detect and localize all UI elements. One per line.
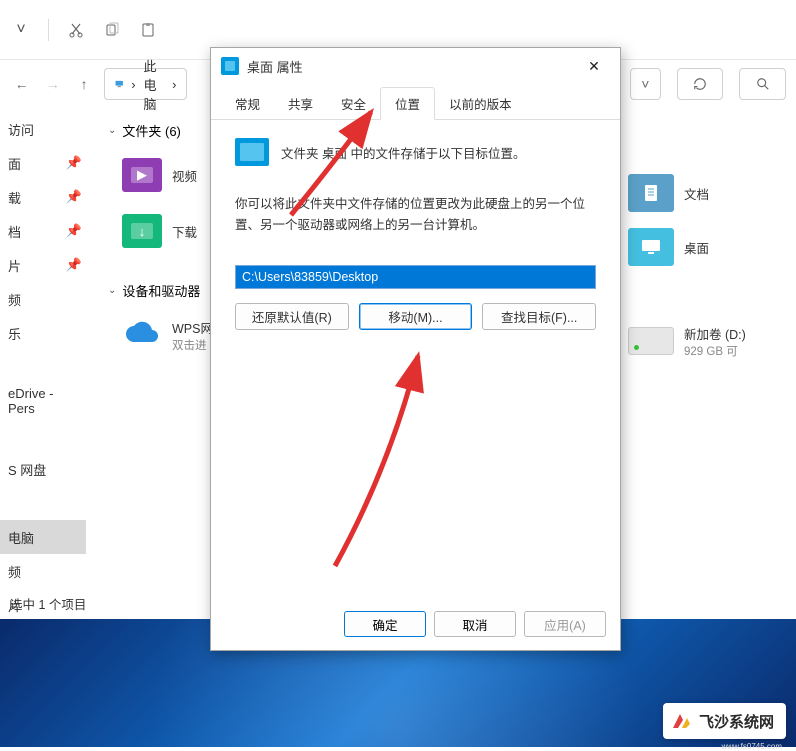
separator [48, 19, 49, 41]
label: 桌面 [684, 238, 709, 257]
paste-icon[interactable] [139, 21, 157, 39]
sidebar-item [0, 486, 86, 520]
dialog-footer: 确定 取消 应用(A) [211, 598, 620, 650]
videos-folder-icon: ▶ [122, 158, 162, 192]
forward-button[interactable]: → [41, 72, 64, 96]
apply-button[interactable]: 应用(A) [524, 611, 606, 637]
folder-label: 下载 [172, 222, 197, 241]
sidebar-item[interactable]: 访问 [0, 112, 86, 146]
ok-button[interactable]: 确定 [344, 611, 426, 637]
crumb-chevron: › [131, 77, 135, 92]
pin-icon: 📌 [66, 223, 82, 239]
pin-icon: 📌 [66, 189, 82, 205]
group-label: 设备和驱动器 [122, 281, 200, 300]
label: 文档 [684, 184, 709, 203]
drive-d[interactable]: 新加卷 (D:) 929 GB 可 [628, 314, 778, 368]
cancel-button[interactable]: 取消 [434, 611, 516, 637]
back-button[interactable]: ← [10, 72, 33, 96]
disk-drive-icon [628, 327, 674, 355]
folder-documents[interactable]: 文档 [628, 166, 778, 220]
up-button[interactable]: ↑ [73, 72, 96, 96]
dialog-body: 文件夹 桌面 中的文件存储于以下目标位置。 你可以将此文件夹中文件存储的位置更改… [211, 120, 620, 598]
group-label: 文件夹 (6) [122, 121, 181, 140]
chevron-down-icon[interactable]: ˅ [12, 21, 30, 39]
search-box[interactable] [739, 68, 786, 100]
tab-location[interactable]: 位置 [380, 87, 435, 120]
documents-folder-icon [628, 174, 674, 212]
sidebar-item-thispc[interactable]: 电脑 [0, 520, 86, 554]
wps-label: WPS网 [172, 318, 213, 337]
tab-sharing[interactable]: 共享 [274, 88, 327, 119]
caret-down-icon: ⌄ [108, 285, 116, 296]
drive-label: 新加卷 (D:) [684, 324, 746, 343]
folder-desktop[interactable]: 桌面 [628, 220, 778, 274]
dialog-tabs: 常规 共享 安全 位置 以前的版本 [211, 88, 620, 120]
description-text: 你可以将此文件夹中文件存储的位置更改为此硬盘上的另一个位置、另一个驱动器或网络上… [235, 194, 596, 237]
dialog-title: 桌面 属性 [247, 57, 574, 76]
caret-down-icon: ⌄ [108, 125, 116, 136]
path-input[interactable] [235, 265, 596, 289]
wps-sub: 双击进 [172, 337, 213, 353]
watermark-logo-icon [669, 709, 693, 733]
pin-icon: 📌 [66, 155, 82, 171]
sidebar-item[interactable]: 乐 [0, 316, 86, 350]
sidebar-item[interactable]: eDrive - Pers [0, 384, 86, 418]
sidebar: 访问 面📌 载📌 档📌 片📌 频 乐 eDrive - Pers S 网盘 电脑… [0, 108, 86, 608]
drive-space: 929 GB 可 [684, 343, 746, 359]
watermark-text: 飞沙系统网 [699, 711, 774, 732]
properties-dialog: 桌面 属性 ✕ 常规 共享 安全 位置 以前的版本 文件夹 桌面 中的文件存储于… [210, 47, 621, 651]
tab-previous[interactable]: 以前的版本 [435, 88, 526, 119]
sidebar-item[interactable]: 档📌 [0, 214, 86, 248]
sidebar-item[interactable]: 载📌 [0, 180, 86, 214]
crumb-label: 此电脑 [144, 56, 165, 113]
breadcrumb[interactable]: › 此电脑 › [104, 68, 188, 100]
status-bar: 选中 1 个项目 [10, 594, 86, 613]
folder-label: 视频 [172, 166, 197, 185]
sidebar-item [0, 350, 86, 384]
restore-default-button[interactable]: 还原默认值(R) [235, 303, 349, 330]
downloads-folder-icon: ↓ [122, 214, 162, 248]
pc-icon [115, 76, 123, 92]
tab-security[interactable]: 安全 [327, 88, 380, 119]
tab-general[interactable]: 常规 [221, 88, 274, 119]
sidebar-item[interactable]: S 网盘 [0, 452, 86, 486]
sidebar-item [0, 418, 86, 452]
close-button[interactable]: ✕ [574, 51, 614, 81]
sidebar-item[interactable]: 片📌 [0, 248, 86, 282]
desktop-folder-icon [628, 228, 674, 266]
find-target-button[interactable]: 查找目标(F)... [482, 303, 596, 330]
move-button[interactable]: 移动(M)... [359, 303, 473, 330]
sidebar-item[interactable]: 频 [0, 282, 86, 316]
cut-icon[interactable] [67, 21, 85, 39]
crumb-dropdown[interactable]: ˅ [630, 68, 661, 100]
right-items: 文档 桌面 新加卷 (D:) 929 GB 可 [628, 166, 778, 368]
info-text: 文件夹 桌面 中的文件存储于以下目标位置。 [281, 143, 525, 162]
dialog-titlebar[interactable]: 桌面 属性 ✕ [211, 48, 620, 84]
desktop-icon [235, 138, 269, 166]
sidebar-item[interactable]: 频 [0, 554, 86, 588]
desktop-icon [221, 57, 239, 75]
pin-icon: 📌 [66, 257, 82, 273]
sidebar-item[interactable]: 面📌 [0, 146, 86, 180]
crumb-chevron: › [172, 77, 176, 92]
copy-icon[interactable] [103, 21, 121, 39]
refresh-button[interactable] [677, 68, 724, 100]
watermark: 飞沙系统网 [663, 703, 786, 739]
wps-cloud-icon [122, 318, 162, 352]
